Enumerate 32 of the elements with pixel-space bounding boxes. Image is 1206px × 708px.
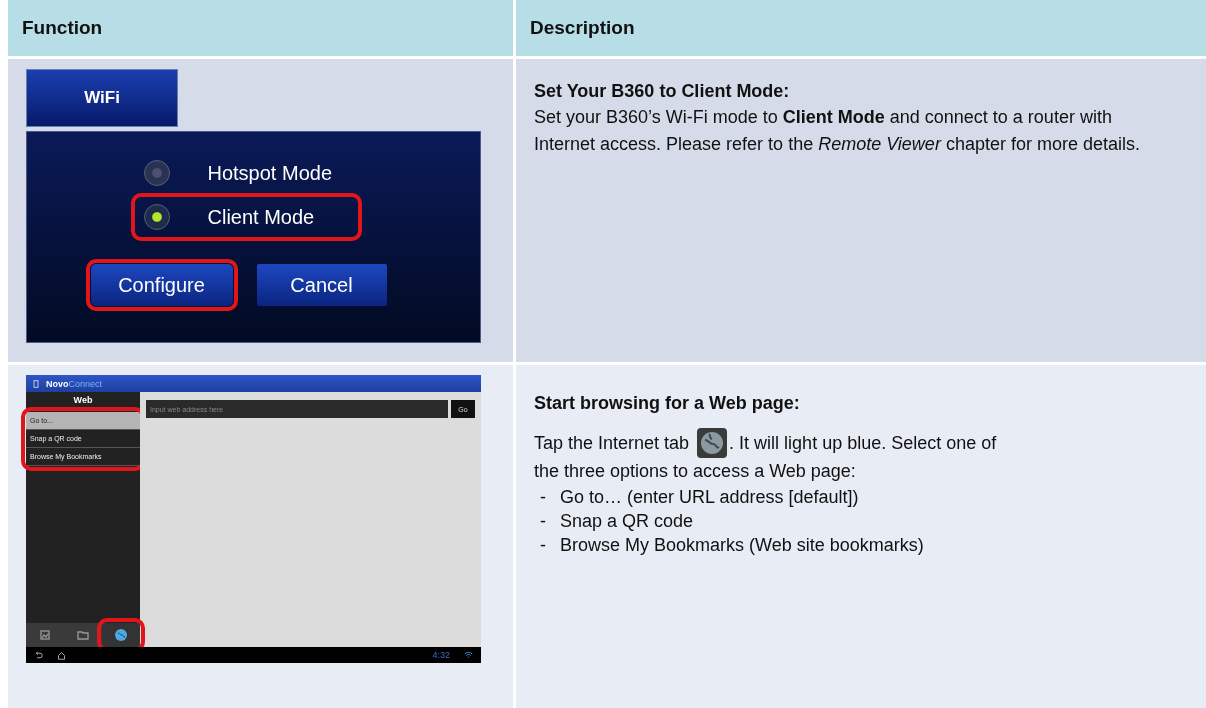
instruction-text: the three options to access a Web page:: [534, 460, 857, 483]
wifi-tab[interactable]: WiFi: [26, 69, 178, 127]
radio-button[interactable]: [143, 160, 170, 186]
globe-icon: [697, 428, 728, 458]
list-item: Go to… (enter URL address [default]): [560, 486, 859, 509]
image-icon: [39, 629, 51, 641]
radio-button[interactable]: [143, 204, 170, 230]
list-marker: -: [540, 510, 546, 533]
wifi-icon: [464, 650, 473, 660]
list-item: Snap a QR code: [560, 510, 694, 533]
panel-title: Web: [72, 394, 94, 407]
app-name: NovoConnect: [46, 378, 103, 389]
back-icon: [34, 650, 43, 660]
column-header: Description: [516, 0, 1206, 56]
home-icon: [57, 650, 66, 660]
clock: 4:32: [432, 650, 450, 660]
column-header: Function: [8, 0, 513, 56]
step-description: Set your B360’s Wi-Fi mode to Client Mode and connect to a router with Internet access. Please refer to the Remote Viewer chapter for more details.: [534, 106, 1141, 156]
instruction-text: . It will light up blue. Select one of: [729, 431, 997, 455]
list-marker: -: [540, 534, 546, 557]
list-item: Browse My Bookmarks (Web site bookmarks): [560, 534, 924, 557]
radio-label: Client Mode: [207, 205, 315, 229]
radio-label: Hotspot Mode: [207, 161, 332, 185]
list-marker: -: [540, 486, 546, 509]
highlighted-radio-option[interactable]: Client Mode: [135, 198, 357, 236]
globe-icon: [114, 628, 128, 642]
dialog-button[interactable]: Cancel: [256, 264, 387, 306]
instruction-text: Tap the Internet tab: [534, 431, 690, 455]
folder-icon: [77, 629, 89, 641]
radio-option[interactable]: Hotspot Mode: [135, 154, 357, 192]
step-heading: Start browsing for a Web page:: [534, 393, 801, 414]
step-heading: Set Your B360 to Client Mode:: [534, 81, 791, 102]
